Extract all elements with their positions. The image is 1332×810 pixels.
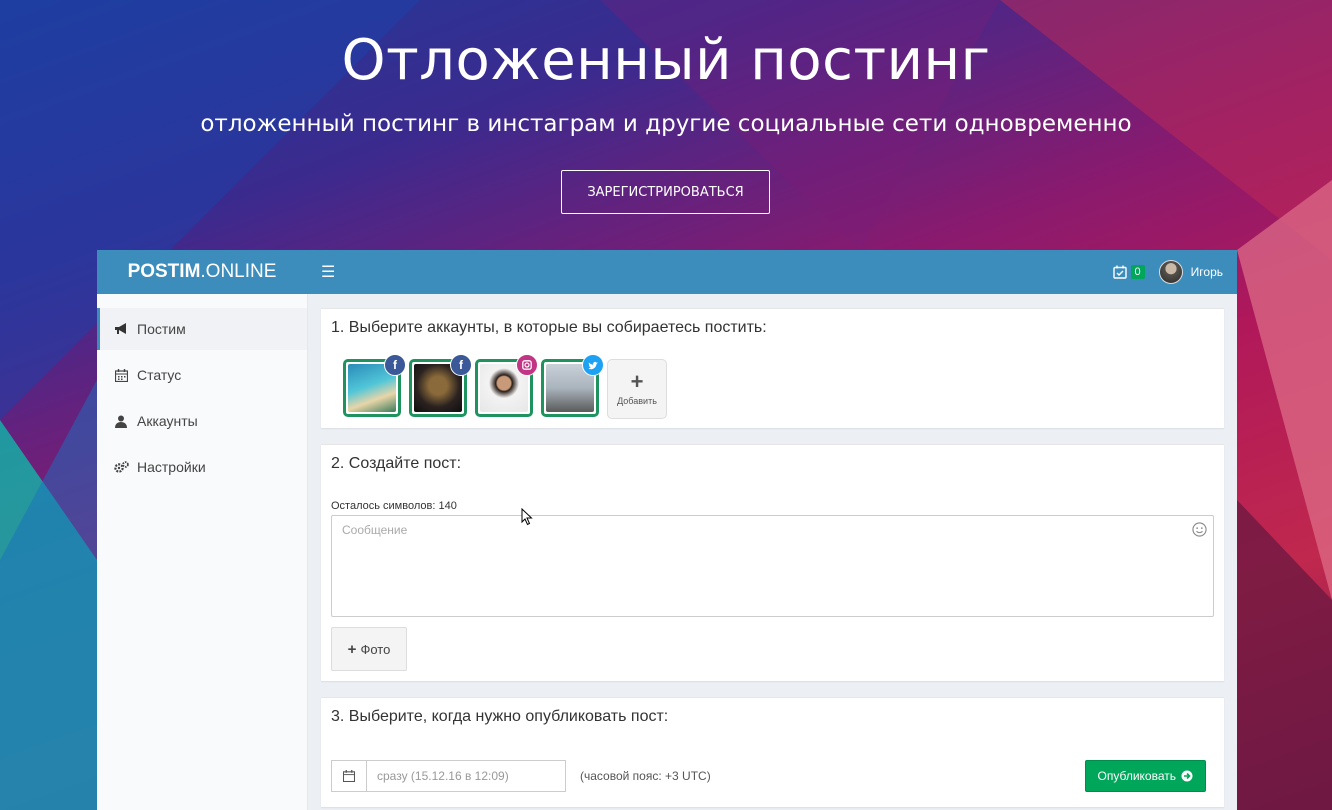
user-name: Игорь bbox=[1190, 265, 1223, 279]
twitter-icon bbox=[582, 354, 604, 376]
step3-title: 3. Выберите, когда нужно опубликовать по… bbox=[331, 708, 669, 725]
sidebar-item-label: Настройки bbox=[137, 459, 206, 475]
sidebar-item-post[interactable]: Постим bbox=[97, 308, 307, 350]
calendar-check-icon bbox=[1112, 265, 1127, 279]
top-navbar: POSTIM.ONLINE ☰ 0 Игорь bbox=[97, 250, 1237, 294]
facebook-icon: f bbox=[384, 354, 406, 376]
instagram-icon bbox=[516, 354, 538, 376]
step3-box: 3. Выберите, когда нужно опубликовать по… bbox=[321, 697, 1224, 807]
message-textarea[interactable] bbox=[332, 516, 1213, 616]
add-account-label: Добавить bbox=[617, 396, 657, 406]
timezone-label: (часовой пояс: +3 UTC) bbox=[580, 769, 711, 783]
app-preview: POSTIM.ONLINE ☰ 0 Игорь Постим Статус Ак… bbox=[97, 250, 1237, 810]
sidebar-item-status[interactable]: Статус bbox=[97, 354, 307, 396]
main-content: 1. Выберите аккаунты, в которые вы собир… bbox=[321, 308, 1224, 810]
message-field[interactable] bbox=[331, 515, 1214, 617]
notifications-button[interactable]: 0 bbox=[1112, 265, 1145, 279]
user-menu[interactable]: Игорь bbox=[1158, 260, 1223, 284]
account-tile[interactable]: f bbox=[409, 354, 472, 417]
account-tile[interactable] bbox=[475, 354, 538, 417]
plus-icon: + bbox=[347, 640, 357, 658]
calendar-icon bbox=[113, 368, 129, 382]
step1-title: 1. Выберите аккаунты, в которые вы собир… bbox=[331, 319, 767, 336]
accounts-list: f f + Добавить bbox=[331, 337, 1214, 429]
sidebar-item-label: Аккаунты bbox=[137, 413, 198, 429]
step1-box: 1. Выберите аккаунты, в которые вы собир… bbox=[321, 308, 1224, 428]
notifications-badge: 0 bbox=[1130, 265, 1145, 279]
schedule-date-input[interactable] bbox=[367, 761, 565, 791]
facebook-icon: f bbox=[450, 354, 472, 376]
plus-icon: + bbox=[630, 369, 644, 394]
add-photo-label: Фото bbox=[360, 641, 391, 657]
step2-title: 2. Создайте пост: bbox=[331, 455, 462, 472]
smiley-icon[interactable] bbox=[1192, 522, 1207, 537]
step2-box: 2. Создайте пост: Осталось символов: 140… bbox=[321, 444, 1224, 681]
hamburger-menu-icon[interactable]: ☰ bbox=[321, 262, 335, 282]
sidebar-item-settings[interactable]: Настройки bbox=[97, 446, 307, 488]
add-account-button[interactable]: + Добавить bbox=[607, 359, 667, 419]
sidebar: Постим Статус Аккаунты Настройки bbox=[97, 294, 308, 810]
account-tile[interactable] bbox=[541, 354, 604, 417]
publish-button[interactable]: Опубликовать bbox=[1084, 760, 1206, 792]
char-counter: Осталось символов: 140 bbox=[331, 500, 457, 512]
logo[interactable]: POSTIM.ONLINE bbox=[97, 261, 307, 283]
cogs-icon bbox=[113, 460, 129, 474]
sidebar-item-label: Статус bbox=[137, 367, 182, 383]
add-photo-button[interactable]: + Фото bbox=[331, 627, 407, 671]
hero-subtitle: отложенный постинг в инстаграм и другие … bbox=[200, 111, 1132, 137]
arrow-circle-right-icon bbox=[1181, 770, 1193, 782]
megaphone-icon bbox=[113, 323, 129, 335]
calendar-icon[interactable] bbox=[332, 761, 367, 791]
publish-label: Опубликовать bbox=[1097, 769, 1176, 783]
sidebar-item-label: Постим bbox=[137, 321, 186, 337]
schedule-date-field[interactable] bbox=[331, 760, 566, 792]
register-button[interactable]: ЗАРЕГИСТРИРОВАТЬСЯ bbox=[561, 170, 770, 214]
user-icon bbox=[113, 415, 129, 428]
avatar bbox=[1158, 260, 1183, 284]
account-tile[interactable]: f bbox=[343, 354, 406, 417]
sidebar-item-accounts[interactable]: Аккаунты bbox=[97, 400, 307, 442]
hero-title: Отложенный постинг bbox=[341, 28, 991, 93]
